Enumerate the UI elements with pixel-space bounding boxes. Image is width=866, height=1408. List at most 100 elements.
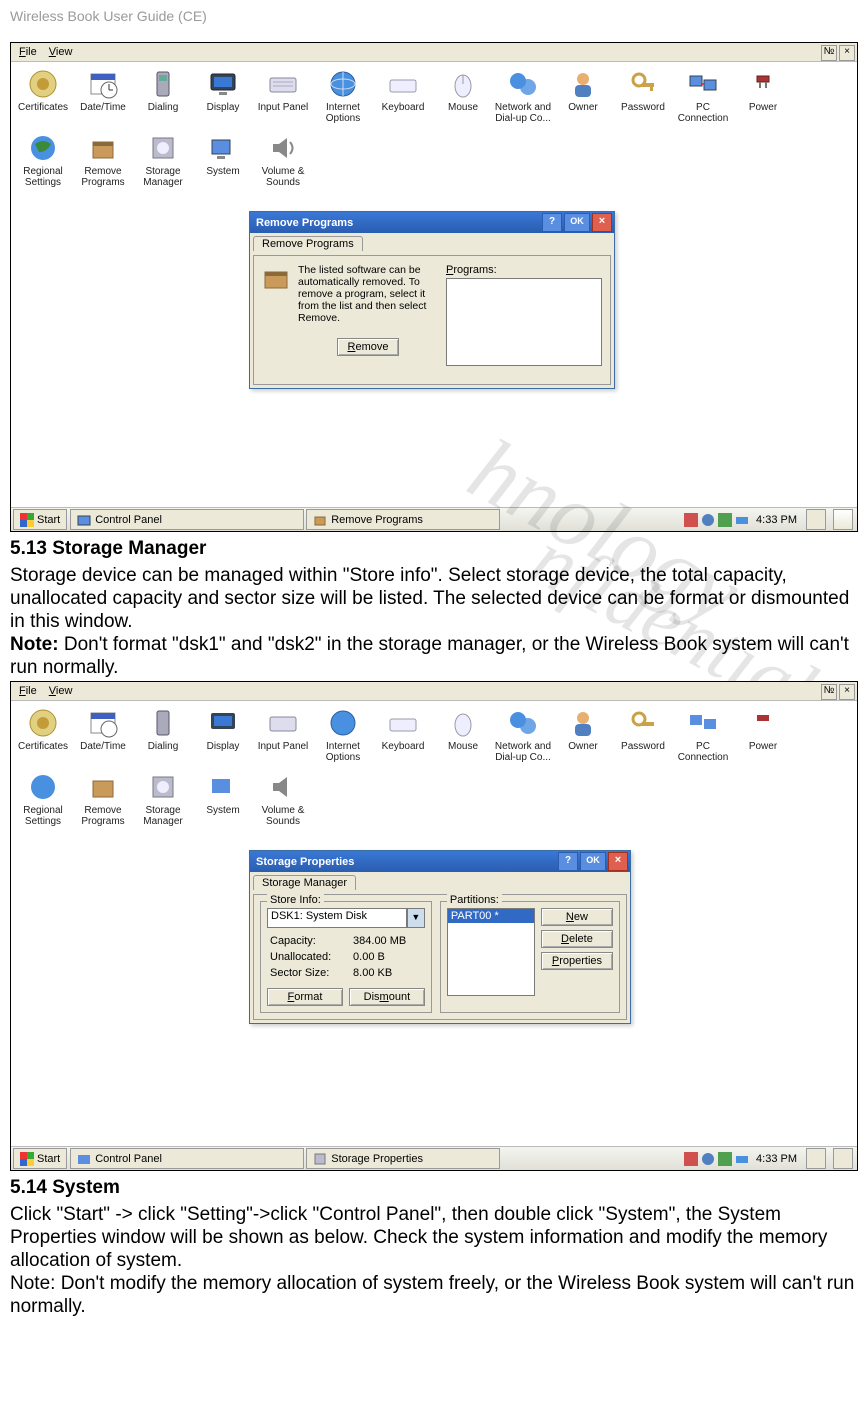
properties-button[interactable]: Properties bbox=[541, 952, 613, 970]
cp-system[interactable]: System bbox=[193, 132, 253, 188]
cp-row-2: Regional Settings Remove Programs Storag… bbox=[11, 126, 857, 190]
clock: 4:33 PM bbox=[752, 514, 801, 526]
tray-icon-3[interactable] bbox=[718, 513, 732, 527]
sip-button[interactable] bbox=[833, 1148, 853, 1169]
delete-button[interactable]: Delete bbox=[541, 930, 613, 948]
close-icon[interactable]: × bbox=[839, 45, 855, 61]
dialog-help-button[interactable]: ? bbox=[558, 852, 578, 871]
cp-owner[interactable]: Owner bbox=[553, 68, 613, 124]
tray-icon-4[interactable] bbox=[735, 1152, 749, 1166]
cp-system[interactable]: System bbox=[193, 771, 253, 827]
dialog-titlebar[interactable]: Remove Programs ? OK × bbox=[250, 212, 614, 233]
dialog-desc: The listed software can be automatically… bbox=[298, 264, 438, 324]
cp-removeprog[interactable]: Remove Programs bbox=[73, 771, 133, 827]
windows-flag-icon bbox=[20, 1152, 34, 1166]
dialog-title: Remove Programs bbox=[256, 217, 353, 229]
clock: 4:33 PM bbox=[752, 1153, 801, 1165]
tray-icon-4[interactable] bbox=[735, 513, 749, 527]
cp-keyboard[interactable]: Keyboard bbox=[373, 707, 433, 763]
cp-power[interactable]: Power bbox=[733, 68, 793, 124]
tray-icon-1[interactable] bbox=[684, 1152, 698, 1166]
cp-dialing[interactable]: Dialing bbox=[133, 68, 193, 124]
dialog-close-button[interactable]: × bbox=[608, 852, 628, 871]
cp-network[interactable]: Network and Dial-up Co... bbox=[493, 707, 553, 763]
dialog-titlebar[interactable]: Storage Properties ? OK × bbox=[250, 851, 630, 872]
close-icon[interactable]: × bbox=[839, 684, 855, 700]
chevron-down-icon[interactable]: ▼ bbox=[407, 908, 425, 928]
cp-pcconn[interactable]: PC Connection bbox=[673, 68, 733, 124]
tab-remove-programs[interactable]: Remove Programs bbox=[253, 236, 363, 251]
cp-datetime[interactable]: Date/Time bbox=[73, 68, 133, 124]
start-button[interactable]: Start bbox=[13, 1148, 67, 1169]
cp-pcconn[interactable]: PC Connection bbox=[673, 707, 733, 763]
cp-certificates[interactable]: Certificates bbox=[13, 68, 73, 124]
start-button[interactable]: Start bbox=[13, 509, 67, 530]
dialog-help-button[interactable]: ? bbox=[542, 213, 562, 232]
tab-storage-manager[interactable]: Storage Manager bbox=[253, 875, 356, 890]
remove-button[interactable]: Remove bbox=[337, 338, 400, 356]
cp-dialing[interactable]: Dialing bbox=[133, 707, 193, 763]
cp-password[interactable]: Password bbox=[613, 707, 673, 763]
menu-file[interactable]: File bbox=[13, 45, 43, 59]
cp-inputpanel[interactable]: Input Panel bbox=[253, 68, 313, 124]
show-desktop-button[interactable] bbox=[806, 1148, 826, 1169]
programs-listbox[interactable] bbox=[446, 278, 602, 366]
cp-storagemgr[interactable]: Storage Manager bbox=[133, 132, 193, 188]
dialog-ok-button[interactable]: OK bbox=[580, 852, 606, 871]
dismount-button[interactable]: Dismount bbox=[349, 988, 425, 1006]
show-desktop-button[interactable] bbox=[806, 509, 826, 530]
menubar: File View № × bbox=[11, 682, 857, 701]
partitions-legend: Partitions: bbox=[447, 894, 502, 906]
cp-volume[interactable]: Volume & Sounds bbox=[253, 132, 313, 188]
cp-power[interactable]: Power bbox=[733, 707, 793, 763]
cp-volume[interactable]: Volume & Sounds bbox=[253, 771, 313, 827]
store-combo[interactable]: DSK1: System Disk bbox=[267, 908, 407, 928]
menu-view[interactable]: View bbox=[43, 45, 79, 59]
cp-network[interactable]: Network and Dial-up Co... bbox=[493, 68, 553, 124]
menubar: File View № × bbox=[11, 43, 857, 62]
help-icon[interactable]: № bbox=[821, 45, 837, 61]
sip-button[interactable] bbox=[833, 509, 853, 530]
format-button[interactable]: Format bbox=[267, 988, 343, 1006]
cp-password[interactable]: Password bbox=[613, 68, 673, 124]
cp-certificates[interactable]: Certificates bbox=[13, 707, 73, 763]
partition-item[interactable]: PART00 * bbox=[448, 909, 534, 923]
tray-icon-2[interactable] bbox=[701, 513, 715, 527]
cp-removeprog[interactable]: Remove Programs bbox=[73, 132, 133, 188]
cp-regional[interactable]: Regional Settings bbox=[13, 771, 73, 827]
cp-datetime[interactable]: Date/Time bbox=[73, 707, 133, 763]
cp-storagemgr[interactable]: Storage Manager bbox=[133, 771, 193, 827]
tray-icon-3[interactable] bbox=[718, 1152, 732, 1166]
cp-internet[interactable]: Internet Options bbox=[313, 707, 373, 763]
dialog-close-button[interactable]: × bbox=[592, 213, 612, 232]
screenshot-storage-properties: File View № × Certificates Date/Time Dia… bbox=[10, 681, 858, 1171]
sector-value: 8.00 KB bbox=[352, 966, 423, 980]
tray-icon-2[interactable] bbox=[701, 1152, 715, 1166]
new-button[interactable]: New bbox=[541, 908, 613, 926]
cp-regional[interactable]: Regional Settings bbox=[13, 132, 73, 188]
section-514-body: Click "Start" -> click "Setting"->click … bbox=[10, 1203, 856, 1272]
section-514-heading: 5.14 System bbox=[10, 1177, 856, 1199]
unallocated-value: 0.00 B bbox=[352, 950, 423, 964]
taskbar-storage-properties[interactable]: Storage Properties bbox=[306, 1148, 500, 1169]
section-514-note: Note: Don't modify the memory allocation… bbox=[10, 1272, 856, 1318]
cp-mouse[interactable]: Mouse bbox=[433, 707, 493, 763]
taskbar-control-panel[interactable]: Control Panel bbox=[70, 1148, 304, 1169]
cp-display[interactable]: Display bbox=[193, 707, 253, 763]
menu-file[interactable]: File bbox=[13, 684, 43, 698]
cp-mouse[interactable]: Mouse bbox=[433, 68, 493, 124]
taskbar-control-panel[interactable]: Control Panel bbox=[70, 509, 304, 530]
cp-inputpanel[interactable]: Input Panel bbox=[253, 707, 313, 763]
cp-display[interactable]: Display bbox=[193, 68, 253, 124]
taskbar-remove-programs[interactable]: Remove Programs bbox=[306, 509, 500, 530]
box-icon bbox=[262, 264, 290, 376]
partitions-listbox[interactable]: PART00 * bbox=[447, 908, 535, 996]
tray-icon-1[interactable] bbox=[684, 513, 698, 527]
taskbar: Start Control Panel Remove Programs 4:33… bbox=[11, 507, 857, 531]
cp-owner[interactable]: Owner bbox=[553, 707, 613, 763]
cp-keyboard[interactable]: Keyboard bbox=[373, 68, 433, 124]
help-icon[interactable]: № bbox=[821, 684, 837, 700]
dialog-ok-button[interactable]: OK bbox=[564, 213, 590, 232]
cp-internet[interactable]: Internet Options bbox=[313, 68, 373, 124]
menu-view[interactable]: View bbox=[43, 684, 79, 698]
